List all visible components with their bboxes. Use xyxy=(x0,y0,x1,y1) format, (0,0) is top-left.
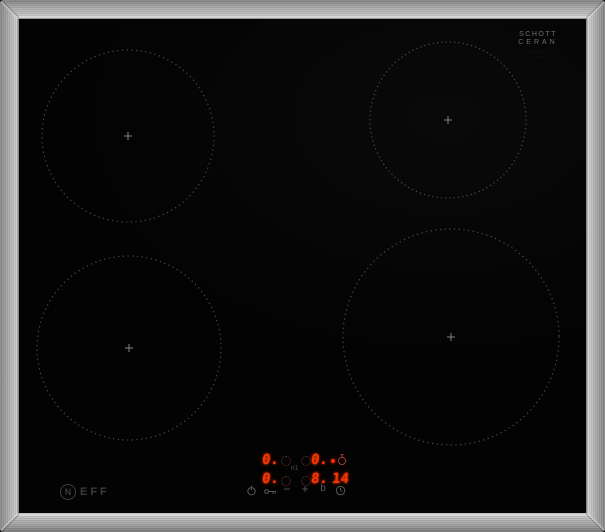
key-icon xyxy=(263,488,276,494)
minus-button[interactable]: − xyxy=(280,482,294,496)
induction-cooktop: 0. 0. HI 0. 8. 14 − + b N EFF SCHOTT CER… xyxy=(0,0,605,532)
stopwatch-icon xyxy=(337,453,347,471)
zone-select-ring-back-left[interactable] xyxy=(281,456,291,466)
schott-ceran-line2: CERAN xyxy=(518,39,558,46)
schott-ceran-line1: SCHOTT xyxy=(519,31,557,38)
display-back-left-level: 0. xyxy=(261,452,280,468)
clock-icon xyxy=(335,485,345,495)
timer-button[interactable] xyxy=(333,483,347,497)
neff-logo-text: EFF xyxy=(80,485,110,498)
boost-button[interactable]: b xyxy=(316,482,330,496)
plus-button[interactable]: + xyxy=(298,482,312,496)
power-button[interactable] xyxy=(244,483,258,497)
bridge-indicator: HI xyxy=(291,465,299,472)
childlock-button[interactable] xyxy=(263,484,277,498)
ceran-fine-print-2: ····· xyxy=(532,54,544,59)
plus-label: + xyxy=(301,482,309,496)
schott-ceran-mark: SCHOTT CERAN ········· ····· xyxy=(513,31,563,59)
neff-logo-n: N xyxy=(60,483,76,500)
minus-label: − xyxy=(283,482,291,496)
display-back-right-level: 0. xyxy=(310,452,329,468)
touch-control-panel: 0. 0. HI 0. 8. 14 − + b xyxy=(0,0,605,532)
neff-logo: N EFF xyxy=(60,483,110,500)
timer-active-dot xyxy=(331,459,335,463)
boost-label: b xyxy=(319,483,327,494)
power-icon xyxy=(246,485,256,495)
